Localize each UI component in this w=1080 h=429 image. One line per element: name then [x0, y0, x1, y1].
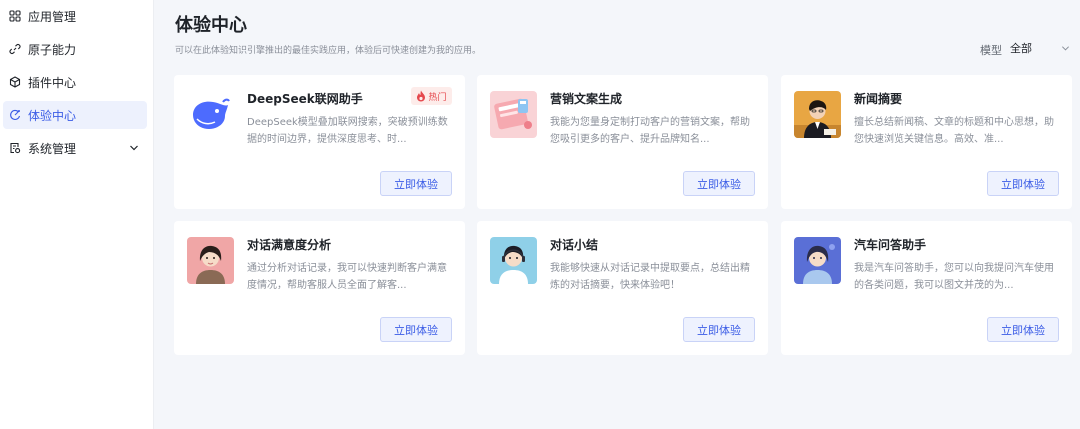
sidebar-item-atomic-capability[interactable]: 原子能力: [3, 35, 147, 63]
try-now-button[interactable]: 立即体验: [683, 317, 755, 342]
try-now-button[interactable]: 立即体验: [987, 171, 1059, 196]
main-content: 体验中心 可以在此体验知识引擎推出的最佳实践应用，体验后可快速创建为我的应用。 …: [155, 0, 1080, 429]
card-title: DeepSeek联网助手: [247, 92, 363, 106]
app-card-satisfaction-analysis[interactable]: 对话满意度分析 通过分析对话记录，我可以快速判断客户满意度情况，帮助客服人员全面…: [174, 221, 465, 355]
card-description: 通过分析对话记录，我可以快速判断客户满意度情况，帮助客服人员全面了解客...: [247, 263, 447, 291]
model-filter-value: 全部: [1010, 42, 1032, 55]
card-description: 擅长总结新闻稿、文章的标题和中心思想，助您快速浏览关键信息。高效、准...: [854, 117, 1054, 145]
page-title: 体验中心: [175, 15, 247, 36]
marketing-illustration: [490, 91, 537, 138]
sidebar-item-label: 应用管理: [28, 9, 77, 24]
card-title: 新闻摘要: [854, 92, 903, 106]
app-card-marketing-copy[interactable]: 营销文案生成 我能为您量身定制打动客户的营销文案，帮助您吸引更多的客户、提升品牌…: [477, 75, 768, 209]
app-card-car-qa[interactable]: 汽车问答助手 我是汽车问答助手，您可以向我提问汽车使用的各类问题，我可以图文并茂…: [781, 221, 1072, 355]
model-filter-select[interactable]: 全部: [1010, 38, 1070, 58]
car-qa-avatar: [794, 237, 841, 284]
card-title: 汽车问答助手: [854, 238, 927, 252]
sidebar-item-label: 插件中心: [28, 75, 77, 90]
summary-avatar: [490, 237, 537, 284]
link-icon: [9, 43, 21, 55]
sidebar-item-app-management[interactable]: 应用管理: [3, 2, 147, 30]
try-now-button[interactable]: 立即体验: [987, 317, 1059, 342]
satisfaction-avatar: [187, 237, 234, 284]
app-card-dialogue-summary[interactable]: 对话小结 我能够快速从对话记录中提取要点，总结出精炼的对话摘要，快来体验吧！ 立…: [477, 221, 768, 355]
card-description: 我能为您量身定制打动客户的营销文案，帮助您吸引更多的客户、提升品牌知名...: [550, 117, 750, 145]
card-description: 我是汽车问答助手，您可以向我提问汽车使用的各类问题，我可以图文并茂的为...: [854, 263, 1054, 291]
sidebar-item-experience-center[interactable]: 体验中心: [3, 101, 147, 129]
hot-badge-label: 热门: [428, 92, 447, 103]
deepseek-whale-logo: [187, 91, 234, 138]
sidebar-item-system-management[interactable]: 系统管理: [3, 134, 147, 162]
sidebar-item-label: 原子能力: [28, 42, 77, 57]
page-subtitle: 可以在此体验知识引擎推出的最佳实践应用，体验后可快速创建为我的应用。: [175, 46, 482, 56]
hot-badge: 热门: [411, 87, 452, 105]
try-now-button[interactable]: 立即体验: [380, 171, 452, 196]
model-filter-label: 模型: [980, 44, 1002, 57]
grid-icon: [9, 10, 21, 22]
sidebar-item-label: 系统管理: [28, 141, 77, 156]
cube-icon: [9, 76, 21, 88]
card-title: 对话满意度分析: [247, 238, 332, 252]
sidebar-item-label: 体验中心: [28, 108, 77, 123]
chevron-down-icon: [130, 145, 138, 151]
try-now-button[interactable]: 立即体验: [683, 171, 755, 196]
experience-icon: [9, 109, 21, 121]
sidebar-item-plugin-center[interactable]: 插件中心: [3, 68, 147, 96]
app-card-news-summary[interactable]: 新闻摘要 擅长总结新闻稿、文章的标题和中心思想，助您快速浏览关键信息。高效、准.…: [781, 75, 1072, 209]
try-now-button[interactable]: 立即体验: [380, 317, 452, 342]
card-title: 对话小结: [550, 238, 599, 252]
card-description: 我能够快速从对话记录中提取要点，总结出精炼的对话摘要，快来体验吧！: [550, 263, 750, 291]
app-card-deepseek[interactable]: DeepSeek联网助手 热门 DeepSeek模型叠加联网搜索，突破预训练数据…: [174, 75, 465, 209]
card-title: 营销文案生成: [550, 92, 623, 106]
settings-doc-icon: [9, 142, 21, 154]
chevron-down-icon: [1061, 46, 1070, 51]
news-avatar: [794, 91, 841, 138]
card-description: DeepSeek模型叠加联网搜索，突破预训练数据的时间边界，提供深度思考、时..…: [247, 117, 448, 145]
flame-icon: [417, 90, 426, 102]
sidebar: 应用管理 原子能力 插件中心 体验中心 系统管理: [0, 0, 154, 429]
